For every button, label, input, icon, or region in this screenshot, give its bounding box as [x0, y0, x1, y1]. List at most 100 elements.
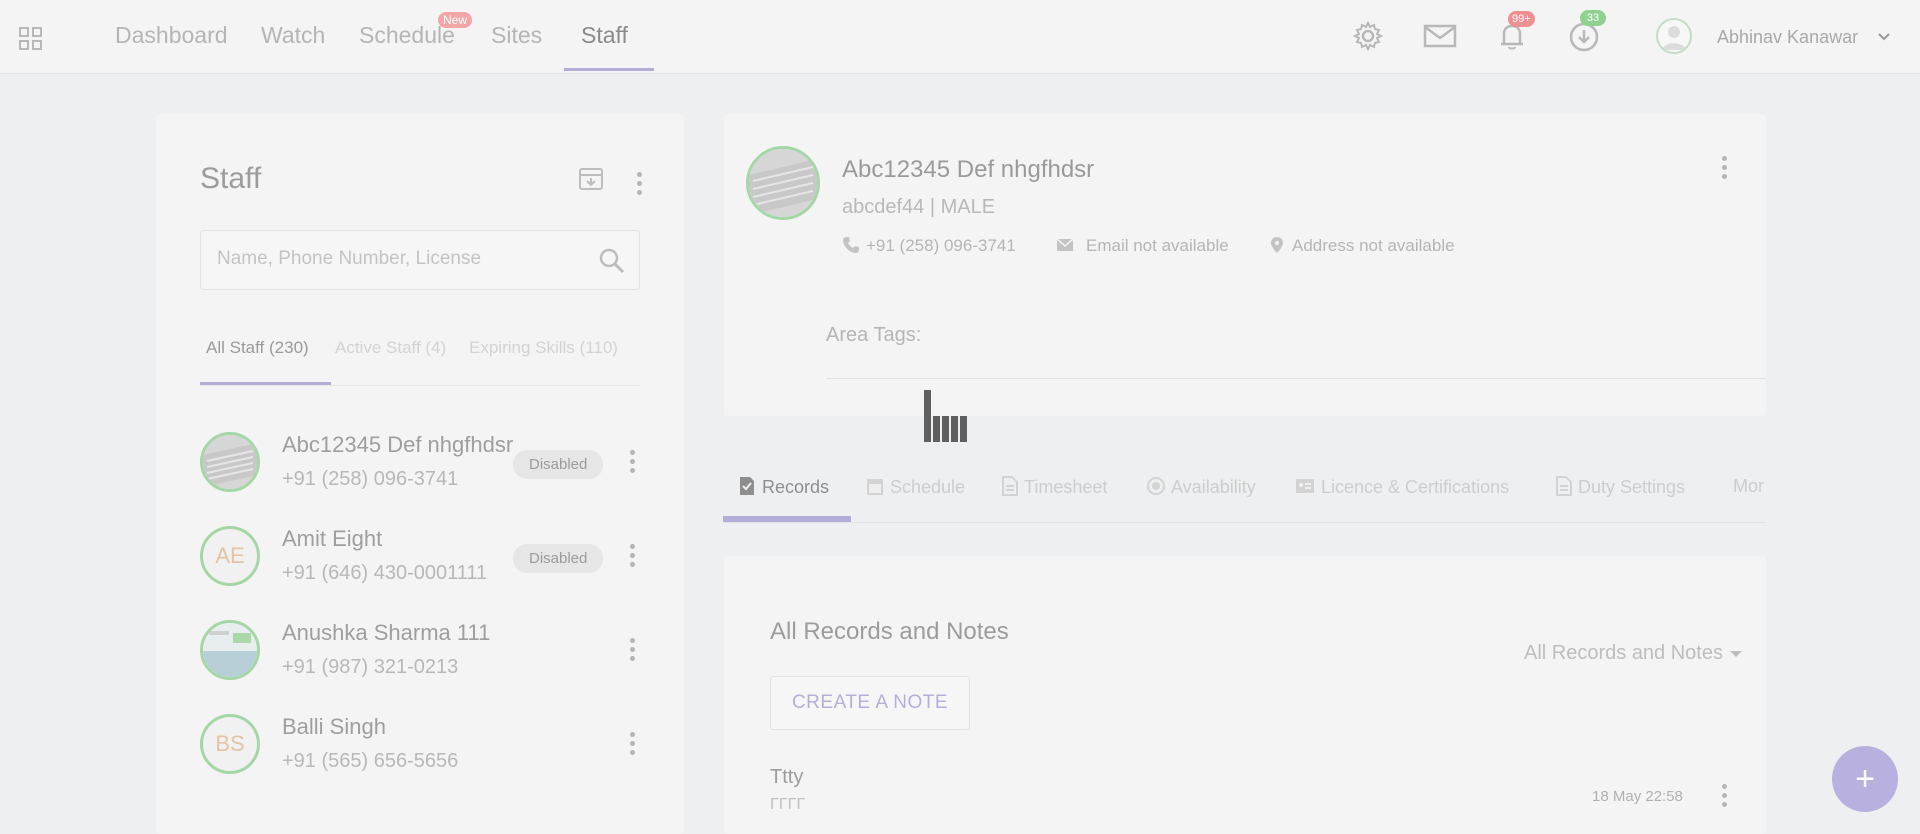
note-more-icon[interactable] — [1718, 782, 1730, 810]
loading-indicator — [924, 390, 969, 442]
search-icon[interactable] — [598, 247, 626, 275]
row-more-icon[interactable] — [626, 448, 638, 476]
row-more-icon[interactable] — [626, 542, 638, 570]
note-date: 18 May 22:58 — [1592, 788, 1683, 805]
staff-phone: +91 (565) 656-5656 — [282, 750, 459, 772]
tab-schedule[interactable]: Schedule — [866, 476, 965, 498]
id-card-icon — [1296, 479, 1314, 493]
nav-sites[interactable]: Sites — [491, 22, 542, 49]
filter-expiring-skills[interactable]: Expiring Skills (110) — [469, 338, 618, 358]
staff-avatar: BS — [200, 714, 260, 774]
panel-more-icon[interactable] — [633, 170, 645, 198]
status-badge: Disabled — [513, 450, 604, 479]
nav-watch[interactable]: Watch — [261, 22, 325, 49]
tab-label: Licence & Certifications — [1321, 477, 1510, 497]
tab-label: Schedule — [890, 477, 966, 497]
staff-avatar — [200, 620, 260, 680]
tab-licence-certifications[interactable]: Licence & Certifications — [1295, 476, 1509, 498]
area-tags-divider — [826, 378, 1766, 379]
profile-subtitle: abcdef44 | MALE — [842, 196, 996, 218]
document-icon — [1002, 476, 1018, 496]
records-filter-label: All Records and Notes — [1524, 642, 1723, 664]
records-card: All Records and Notes All Records and No… — [724, 556, 1766, 834]
keyboard-photo-icon — [203, 435, 257, 489]
staff-name: Anushka Sharma 111 — [282, 620, 491, 645]
profile-phone: +91 (258) 096-3741 — [866, 236, 1016, 255]
apps-grid-icon[interactable] — [18, 26, 44, 52]
nav-active-indicator — [564, 68, 654, 71]
profile-more-icon[interactable] — [1718, 154, 1730, 182]
tab-active-indicator — [723, 516, 851, 522]
records-icon — [740, 477, 754, 495]
tabs-divider — [723, 522, 1766, 523]
new-badge: New — [438, 12, 473, 28]
tab-timesheet[interactable]: Timesheet — [1002, 476, 1107, 498]
phone-icon — [843, 237, 859, 253]
notification-count-badge: 99+ — [1508, 11, 1535, 27]
staff-row[interactable]: BS Balli Singh +91 (565) 656-5656 — [200, 714, 640, 794]
profile-card: Abc12345 Def nhgfhdsr abcdef44 | MALE +9… — [724, 114, 1766, 416]
status-badge: Disabled — [513, 544, 604, 573]
settings-gear-icon[interactable] — [1350, 18, 1386, 54]
email-icon — [1056, 238, 1074, 251]
staff-phone: +91 (646) 430-0001111 — [282, 562, 488, 584]
profile-address: Address not available — [1292, 236, 1455, 255]
staff-name: Abc12345 Def nhgfhdsr — [282, 432, 514, 457]
screenshot-photo-icon — [203, 623, 257, 677]
tab-label: Timesheet — [1024, 477, 1108, 497]
staff-row[interactable]: Anushka Sharma 111 +91 (987) 321-0213 — [200, 620, 640, 700]
document-icon — [1556, 476, 1572, 496]
location-pin-icon — [1271, 237, 1283, 253]
staff-phone: +91 (987) 321-0213 — [282, 656, 459, 678]
calendar-icon — [867, 479, 883, 495]
tab-label: Records — [762, 477, 830, 497]
availability-icon — [1147, 477, 1165, 495]
row-more-icon[interactable] — [626, 636, 638, 664]
tab-records[interactable]: Records — [738, 476, 829, 498]
records-title: All Records and Notes — [770, 618, 1009, 645]
staff-initials: BS — [215, 731, 245, 756]
filter-active-staff[interactable]: Active Staff (4) — [335, 338, 446, 358]
nav-staff[interactable]: Staff — [581, 22, 628, 49]
user-name[interactable]: Abhinav Kanawar — [1717, 27, 1858, 48]
profile-name: Abc12345 Def nhgfhdsr — [842, 156, 1095, 183]
tab-label: Availability — [1171, 477, 1256, 497]
top-navigation-bar: Dashboard Watch Schedule New Sites Staff… — [0, 0, 1920, 74]
caret-down-icon — [1729, 651, 1742, 657]
staff-avatar — [200, 432, 260, 492]
staff-panel: Staff All Staff (230) Active Staff (4) E… — [156, 114, 684, 834]
tab-duty-settings[interactable]: Duty Settings — [1556, 476, 1685, 498]
staff-name: Amit Eight — [282, 526, 383, 551]
filter-active-indicator — [200, 382, 331, 385]
search-box — [200, 230, 640, 290]
create-note-button[interactable]: CREATE A NOTE — [770, 676, 970, 730]
staff-phone: +91 (258) 096-3741 — [282, 468, 459, 490]
filter-all-staff[interactable]: All Staff (230) — [206, 338, 309, 358]
user-avatar-icon — [1662, 26, 1686, 50]
staff-avatar: AE — [200, 526, 260, 586]
filter-divider — [200, 385, 640, 386]
staff-initials: AE — [215, 543, 245, 568]
user-avatar[interactable] — [1656, 18, 1692, 54]
tab-label: Duty Settings — [1578, 477, 1686, 497]
note-title: Ttty — [770, 766, 804, 788]
area-tags-label: Area Tags: — [826, 324, 922, 346]
records-filter-dropdown[interactable]: All Records and Notes — [1524, 642, 1743, 665]
tab-availability[interactable]: Availability — [1147, 476, 1256, 498]
search-input[interactable] — [215, 247, 589, 271]
staff-row[interactable]: AE Amit Eight +91 (646) 430-0001111 Disa… — [200, 526, 640, 606]
nav-dashboard[interactable]: Dashboard — [115, 22, 228, 49]
keyboard-photo-icon — [749, 149, 817, 217]
add-fab-button[interactable]: + — [1832, 746, 1898, 812]
archive-icon[interactable] — [578, 166, 604, 192]
row-more-icon[interactable] — [626, 730, 638, 758]
panel-title: Staff — [200, 162, 262, 195]
profile-avatar — [746, 146, 820, 220]
tab-more[interactable]: Mor — [1733, 476, 1764, 497]
staff-row[interactable]: Abc12345 Def nhgfhdsr +91 (258) 096-3741… — [200, 432, 640, 512]
profile-email: Email not available — [1086, 236, 1229, 255]
note-body: ΓΓΓΓ — [770, 796, 806, 813]
chevron-down-icon[interactable] — [1876, 29, 1892, 45]
mail-icon[interactable] — [1422, 18, 1458, 54]
staff-name: Balli Singh — [282, 714, 386, 739]
